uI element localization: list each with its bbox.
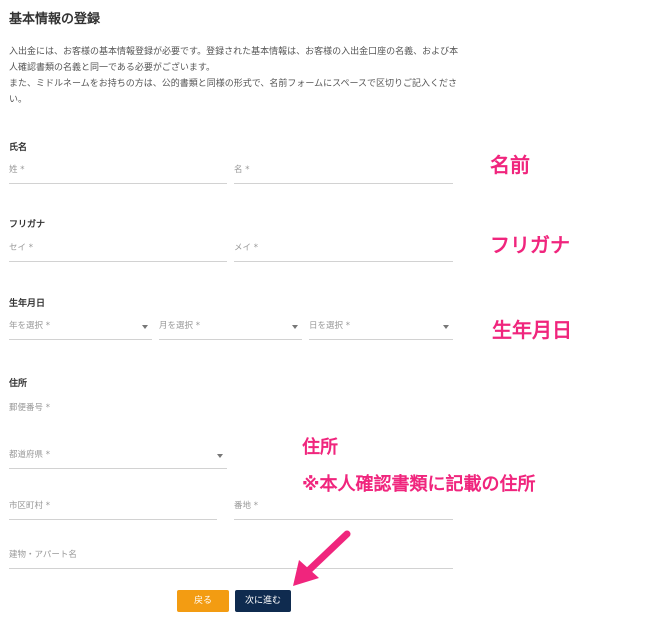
intro-text: 入出金には、お客様の基本情報登録が必要です。登録された基本情報は、お客様の入出金… bbox=[9, 47, 459, 105]
annotation-address: 住所 bbox=[302, 437, 338, 458]
first-name-kana-placeholder: メイ * bbox=[234, 243, 258, 253]
building-placeholder: 建物・アパート名 bbox=[9, 550, 77, 560]
postal-code-placeholder: 郵便番号 * bbox=[9, 403, 50, 413]
birth-day-select[interactable]: 日を選択 * bbox=[309, 317, 453, 340]
last-name-kana-field[interactable]: セイ * bbox=[9, 239, 227, 262]
next-button[interactable]: 次に進む bbox=[235, 590, 291, 612]
birth-month-placeholder: 月を選択 * bbox=[159, 321, 200, 331]
dob-section-label: 生年月日 bbox=[9, 299, 46, 309]
address-section-label: 住所 bbox=[9, 379, 28, 389]
name-section-label: 氏名 bbox=[9, 143, 28, 153]
prefecture-select[interactable]: 都道府県 * bbox=[9, 446, 227, 469]
chevron-down-icon bbox=[142, 325, 148, 329]
back-button[interactable]: 戻る bbox=[177, 590, 229, 612]
last-name-placeholder: 姓 * bbox=[9, 165, 25, 175]
chevron-down-icon bbox=[217, 454, 223, 458]
birth-day-placeholder: 日を選択 * bbox=[309, 321, 350, 331]
building-field[interactable]: 建物・アパート名 bbox=[9, 546, 453, 569]
prefecture-placeholder: 都道府県 * bbox=[9, 450, 50, 460]
first-name-field[interactable]: 名 * bbox=[234, 161, 453, 184]
first-name-placeholder: 名 * bbox=[234, 165, 250, 175]
arrow-annotation-icon bbox=[293, 530, 351, 586]
birth-year-select[interactable]: 年を選択 * bbox=[9, 317, 152, 340]
city-placeholder: 市区町村 * bbox=[9, 501, 50, 511]
annotation-name: 名前 bbox=[490, 153, 530, 177]
chevron-down-icon bbox=[443, 325, 449, 329]
street-placeholder: 番地 * bbox=[234, 501, 258, 511]
birth-month-select[interactable]: 月を選択 * bbox=[159, 317, 302, 340]
page-title: 基本情報の登録 bbox=[9, 12, 101, 27]
city-field[interactable]: 市区町村 * bbox=[9, 497, 217, 520]
last-name-field[interactable]: 姓 * bbox=[9, 161, 227, 184]
annotation-address-note: ※本人確認書類に記載の住所 bbox=[302, 474, 536, 495]
birth-year-placeholder: 年を選択 * bbox=[9, 321, 50, 331]
kana-section-label: フリガナ bbox=[9, 220, 46, 230]
chevron-down-icon bbox=[292, 325, 298, 329]
postal-code-field[interactable]: 郵便番号 * bbox=[9, 401, 50, 413]
first-name-kana-field[interactable]: メイ * bbox=[234, 239, 453, 262]
street-field[interactable]: 番地 * bbox=[234, 497, 453, 520]
annotation-kana: フリガナ bbox=[490, 233, 570, 257]
annotation-dob: 生年月日 bbox=[492, 318, 572, 342]
last-name-kana-placeholder: セイ * bbox=[9, 243, 33, 253]
